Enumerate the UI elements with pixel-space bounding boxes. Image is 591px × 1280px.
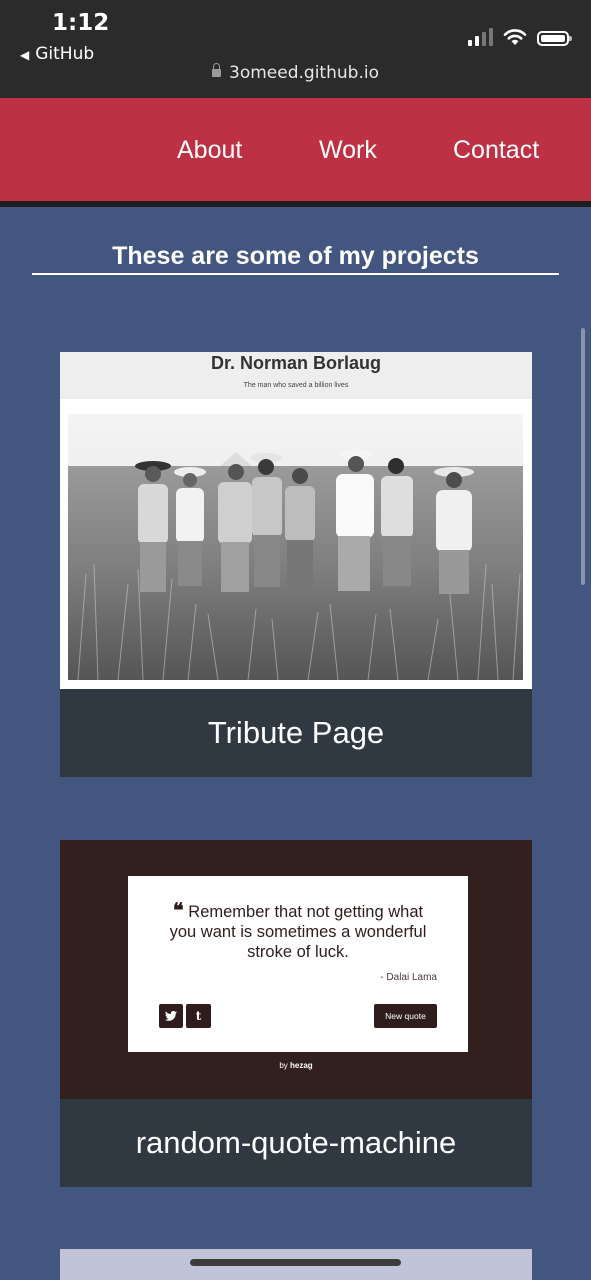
new-quote-button: New quote [374, 1004, 437, 1028]
project-card-tribute-page[interactable]: Dr. Norman Borlaug The man who saved a b… [60, 352, 532, 777]
borlaug-field-photo [68, 414, 523, 680]
preview-header: Dr. Norman Borlaug The man who saved a b… [60, 352, 532, 399]
back-to-app-link[interactable]: ◀ GitHub [20, 44, 94, 64]
lock-icon [212, 63, 222, 77]
battery-icon [537, 31, 572, 46]
preview-subtitle: The man who saved a billion lives [243, 382, 349, 389]
tumblr-share-button: t [186, 1004, 211, 1028]
quote-author: - Dalai Lama [380, 972, 437, 983]
status-bar: 1:12 ◀ GitHub 3omeed.github.io [0, 0, 591, 98]
quote-left-icon: ❝ [172, 898, 184, 922]
projects-section-title: These are some of my projects [112, 242, 479, 270]
twitter-icon [165, 1011, 177, 1021]
quote-box: ❝ Remember that not getting what you wan… [128, 876, 468, 1052]
address-bar[interactable]: 3omeed.github.io [0, 63, 591, 83]
site-navbar: About Work Contact [0, 98, 591, 207]
credit-line: by hezag [60, 1061, 532, 1070]
quote-machine-preview: ❝ Remember that not getting what you wan… [60, 840, 532, 1099]
tumblr-icon: t [195, 1009, 202, 1023]
title-underline [32, 273, 559, 275]
scrollbar[interactable] [581, 328, 585, 585]
clock: 1:12 [52, 10, 110, 36]
home-indicator[interactable] [190, 1259, 401, 1266]
quote-text-block: ❝ Remember that not getting what you wan… [168, 900, 428, 962]
credit-prefix: by [279, 1061, 290, 1070]
system-icons [468, 26, 572, 46]
project-card-random-quote-machine[interactable]: ❝ Remember that not getting what you wan… [60, 840, 532, 1187]
nav-link-about[interactable]: About [177, 136, 242, 165]
back-app-label: GitHub [35, 44, 95, 64]
url-text: 3omeed.github.io [229, 63, 379, 83]
wifi-icon [503, 29, 527, 45]
back-triangle-icon: ◀ [20, 48, 30, 62]
nav-link-work[interactable]: Work [319, 136, 377, 165]
quote-text: Remember that not getting what you want … [169, 903, 427, 961]
nav-link-contact[interactable]: Contact [453, 136, 539, 165]
project-caption: random-quote-machine [60, 1099, 532, 1187]
preview-title: Dr. Norman Borlaug [210, 353, 382, 373]
twitter-share-button [159, 1004, 183, 1028]
tribute-page-preview: Dr. Norman Borlaug The man who saved a b… [60, 352, 532, 689]
project-caption: Tribute Page [60, 689, 532, 777]
cellular-signal-icon [468, 28, 493, 46]
credit-name: hezag [290, 1061, 313, 1070]
